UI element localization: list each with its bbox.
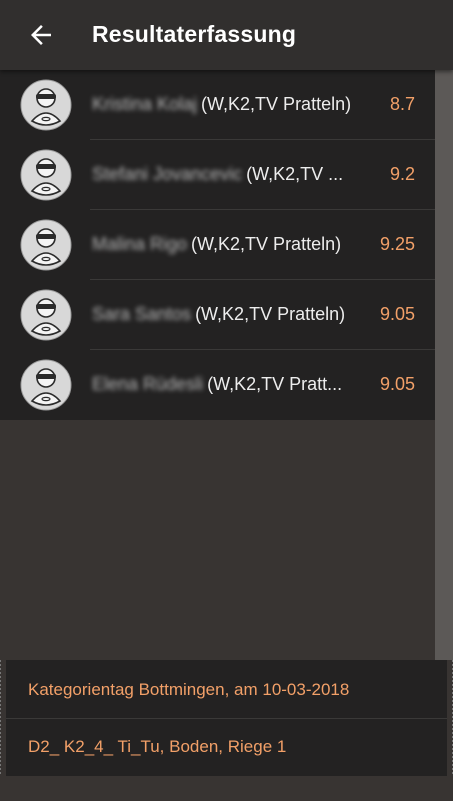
athlete-list: Kristina Kolaj (W,K2,TV Pratteln) 8.7 Ste… bbox=[0, 70, 435, 420]
athlete-score: 9.05 bbox=[379, 304, 415, 324]
user-avatar-icon bbox=[20, 289, 72, 341]
athlete-name: Stefani Jovancevic bbox=[92, 164, 243, 184]
athlete-label: Stefani Jovancevic (W,K2,TV ... bbox=[92, 164, 343, 184]
user-avatar-icon bbox=[20, 219, 72, 271]
bottom-strip bbox=[0, 776, 453, 801]
back-arrow-icon[interactable] bbox=[26, 20, 56, 50]
page-title: Resultaterfassung bbox=[92, 21, 297, 47]
footer-divider bbox=[6, 718, 447, 719]
scrollbar-track[interactable] bbox=[435, 70, 453, 660]
list-item[interactable]: Malina Rigo (W,K2,TV Pratteln) 9.25 bbox=[0, 210, 435, 280]
empty-list-area bbox=[0, 420, 435, 660]
athlete-details: (W,K2,TV Pratt... bbox=[207, 374, 343, 394]
athlete-details: (W,K2,TV Pratteln) bbox=[195, 304, 346, 324]
list-item[interactable]: Elena Rüdesli (W,K2,TV Pratt... 9.05 bbox=[0, 350, 435, 420]
athlete-details: (W,K2,TV Pratteln) bbox=[201, 94, 352, 114]
user-avatar-icon bbox=[20, 149, 72, 201]
user-avatar-icon bbox=[20, 79, 72, 131]
athlete-score: 9.25 bbox=[379, 234, 415, 254]
athlete-name: Elena Rüdesli bbox=[92, 374, 204, 394]
athlete-score: 9.2 bbox=[389, 164, 415, 184]
group-link[interactable]: D2_ K2_4_ Ti_Tu, Boden, Riege 1 bbox=[28, 737, 286, 757]
athlete-label: Kristina Kolaj (W,K2,TV Pratteln) bbox=[92, 94, 351, 114]
athlete-name: Kristina Kolaj bbox=[92, 94, 198, 114]
athlete-label: Malina Rigo (W,K2,TV Pratteln) bbox=[92, 234, 341, 254]
list-item[interactable]: Sara Santos (W,K2,TV Pratteln) 9.05 bbox=[0, 280, 435, 350]
athlete-name: Sara Santos bbox=[92, 304, 192, 324]
athlete-score: 9.05 bbox=[379, 374, 415, 394]
athlete-details: (W,K2,TV Pratteln) bbox=[191, 234, 342, 254]
athlete-details: (W,K2,TV ... bbox=[246, 164, 344, 184]
competition-link[interactable]: Kategorientag Bottmingen, am 10-03-2018 bbox=[28, 680, 349, 700]
list-item[interactable]: Stefani Jovancevic (W,K2,TV ... 9.2 bbox=[0, 140, 435, 210]
list-item[interactable]: Kristina Kolaj (W,K2,TV Pratteln) 8.7 bbox=[0, 70, 435, 140]
athlete-label: Elena Rüdesli (W,K2,TV Pratt... bbox=[92, 374, 342, 394]
user-avatar-icon bbox=[20, 359, 72, 411]
athlete-label: Sara Santos (W,K2,TV Pratteln) bbox=[92, 304, 345, 324]
competition-info-panel: Kategorientag Bottmingen, am 10-03-2018 … bbox=[6, 660, 447, 776]
athlete-score: 8.7 bbox=[389, 94, 415, 114]
athlete-name: Malina Rigo bbox=[92, 234, 188, 254]
app-bar: Resultaterfassung bbox=[0, 0, 453, 70]
